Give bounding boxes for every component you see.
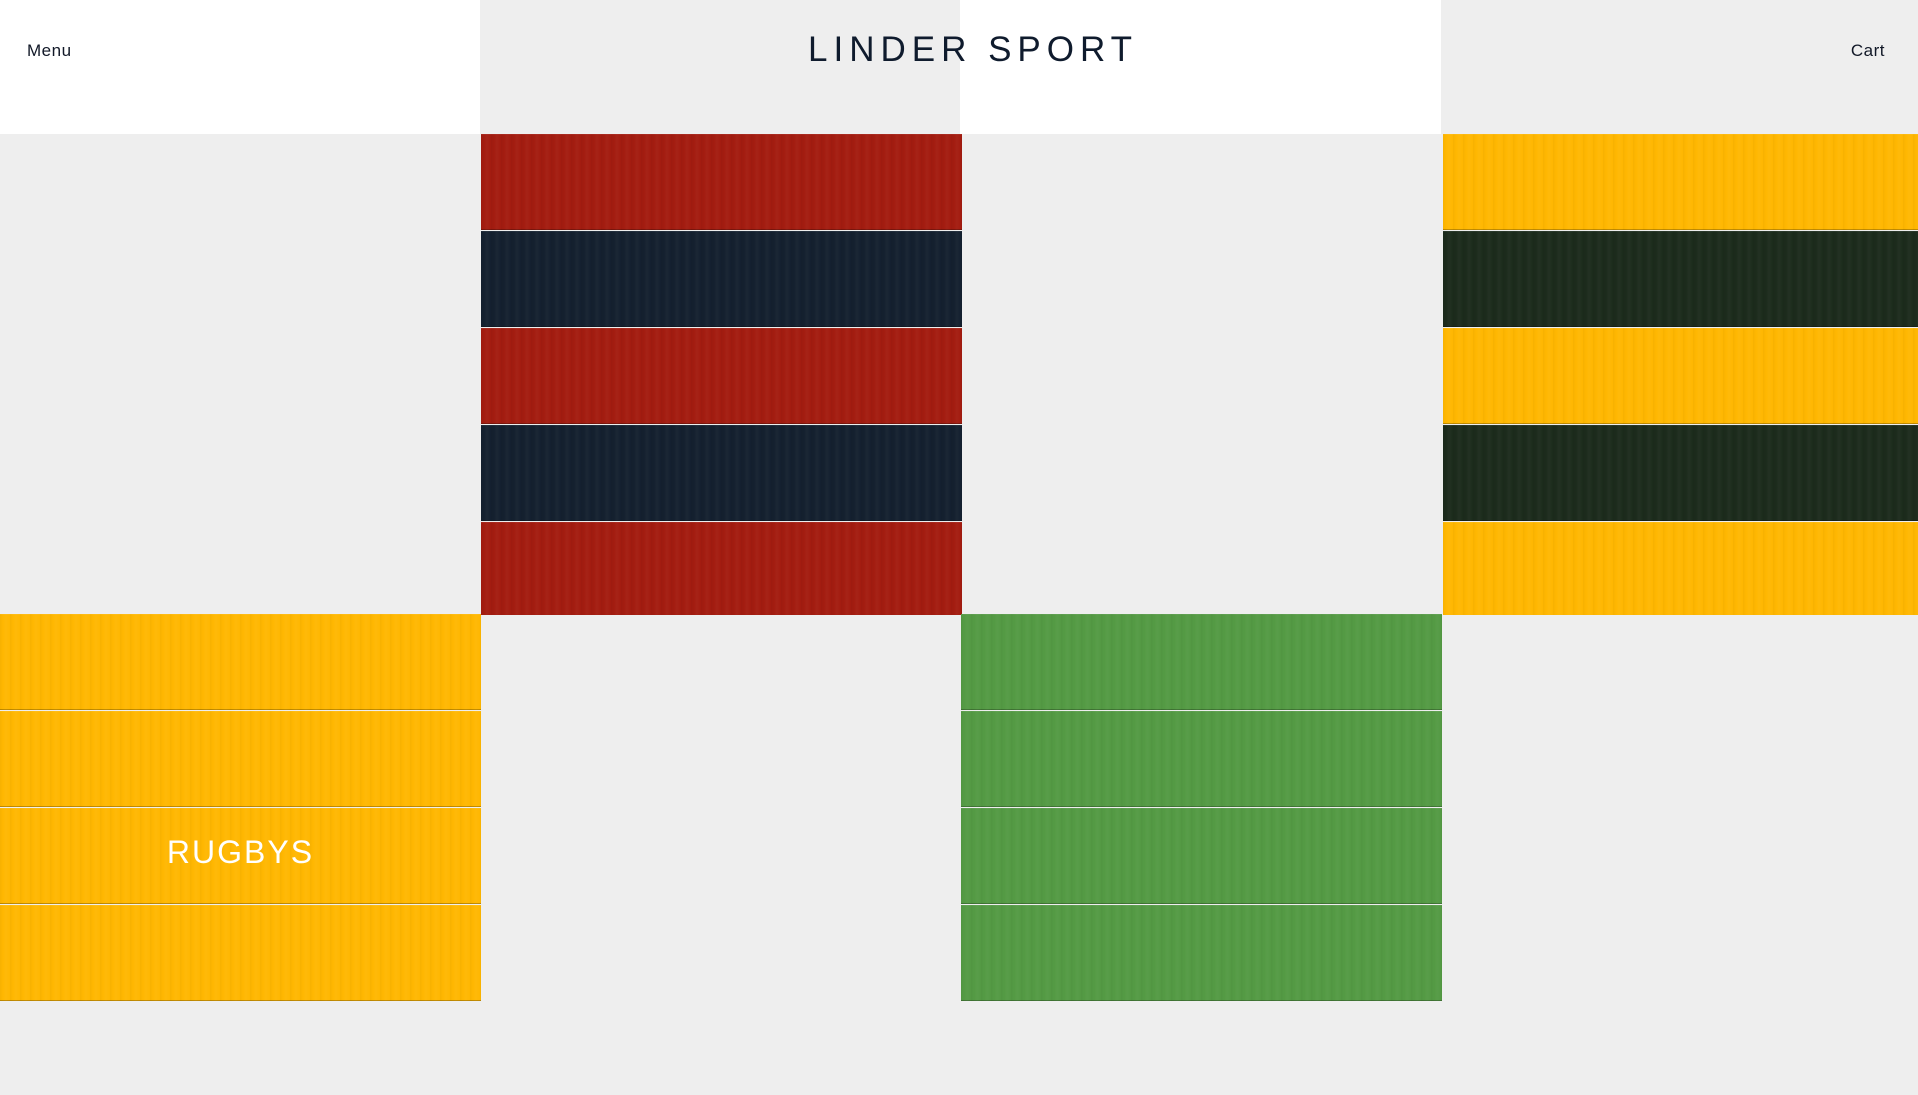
plank <box>0 711 481 807</box>
category-tile-rugbys[interactable]: RUGBYS <box>0 614 481 1095</box>
cart-button[interactable]: Cart <box>1851 41 1885 61</box>
product-tile-green[interactable] <box>961 614 1442 1095</box>
plank <box>0 905 481 1001</box>
header-column-1 <box>0 0 480 134</box>
product-tile-yellow-darkgreen[interactable] <box>1443 134 1918 615</box>
plank <box>1443 425 1918 521</box>
plank <box>1443 522 1918 615</box>
plank <box>481 328 962 424</box>
plank <box>0 614 481 710</box>
product-tile-red-navy[interactable] <box>481 134 962 615</box>
plank <box>481 522 962 615</box>
plank <box>961 711 1442 807</box>
plank <box>961 614 1442 710</box>
menu-button[interactable]: Menu <box>27 41 72 61</box>
plank <box>1443 231 1918 327</box>
plank <box>961 808 1442 904</box>
site-logo[interactable]: LINDER SPORT <box>808 30 1138 70</box>
header-column-4 <box>1441 0 1918 134</box>
plank <box>481 425 962 521</box>
plank <box>961 905 1442 1001</box>
plank <box>1443 134 1918 230</box>
category-label: RUGBYS <box>166 834 315 870</box>
plank <box>481 134 962 230</box>
plank <box>481 231 962 327</box>
plank <box>1443 328 1918 424</box>
